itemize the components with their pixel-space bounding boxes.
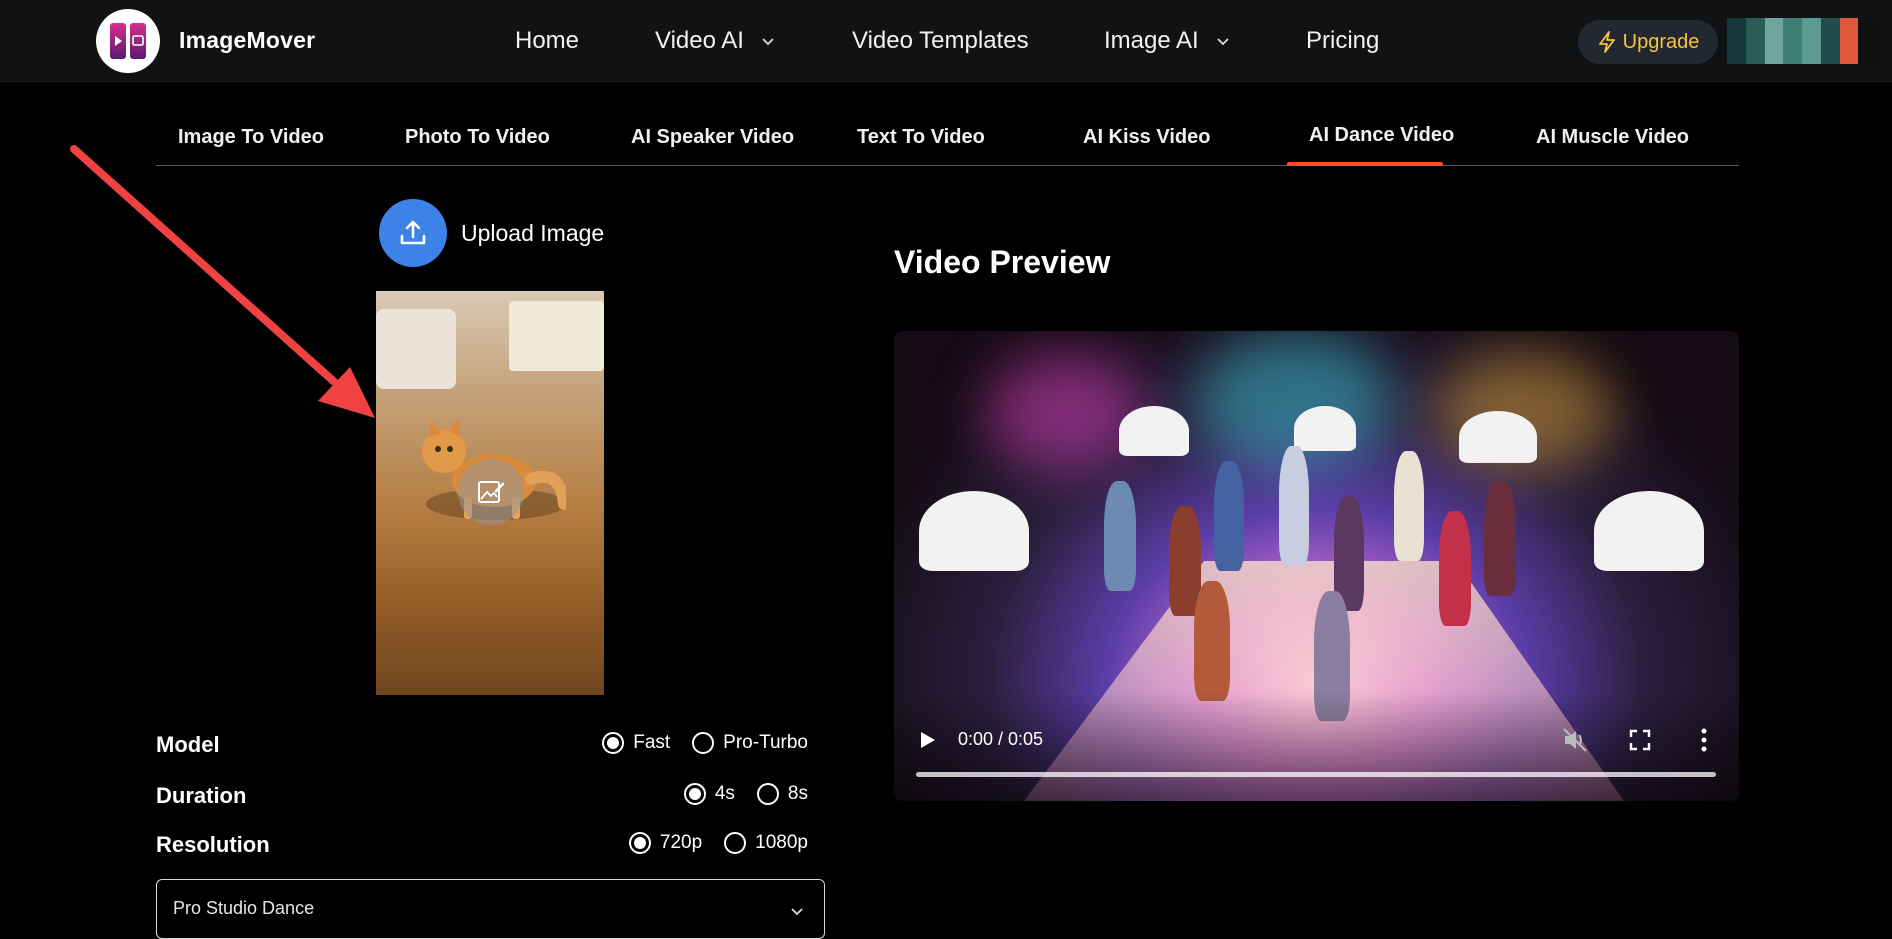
radio-unchecked-icon <box>756 783 779 805</box>
video-time: 0:00 / 0:05 <box>958 729 1044 749</box>
more-options-icon[interactable] <box>1692 727 1716 753</box>
upload-image-button[interactable]: Upload Image <box>379 199 604 267</box>
user-avatar[interactable] <box>1727 18 1877 64</box>
dancer <box>1104 481 1136 591</box>
dancer <box>1194 581 1230 701</box>
tab-text-to-video[interactable]: Text To Video <box>857 126 985 149</box>
model-fast-label: Fast <box>633 732 671 753</box>
resolution-option-row: Resolution 720p 1080p <box>156 830 808 860</box>
dance-template-select[interactable]: Pro Studio Dance <box>156 879 825 939</box>
feature-tabs: Image To Video Photo To Video AI Speaker… <box>156 108 1739 166</box>
active-tab-indicator <box>1287 162 1443 166</box>
dancer <box>1394 451 1424 561</box>
duration-8s-radio[interactable]: 8s <box>756 783 808 805</box>
upgrade-button[interactable]: Upgrade <box>1578 20 1718 64</box>
uploaded-image-preview[interactable] <box>376 291 604 695</box>
play-icon[interactable] <box>916 729 938 751</box>
duration-8s-label: 8s <box>787 783 808 804</box>
upload-icon <box>400 220 426 245</box>
resolution-label: Resolution <box>156 832 270 857</box>
edit-image-button[interactable] <box>458 459 524 525</box>
resolution-720p-radio[interactable]: 720p <box>628 832 703 854</box>
fullscreen-icon[interactable] <box>1629 729 1651 751</box>
tab-ai-muscle-video[interactable]: AI Muscle Video <box>1536 126 1689 149</box>
nav-pricing[interactable]: Pricing <box>1306 27 1379 55</box>
lightning-icon <box>1598 31 1615 53</box>
brand-logo[interactable] <box>96 9 160 73</box>
duration-option-row: Duration 4s 8s <box>156 781 808 811</box>
duration-4s-label: 4s <box>714 783 735 804</box>
chevron-down-icon <box>1217 38 1229 46</box>
tab-ai-kiss-video[interactable]: AI Kiss Video <box>1083 126 1210 149</box>
resolution-720p-label: 720p <box>659 832 703 853</box>
tab-photo-to-video[interactable]: Photo To Video <box>405 126 550 149</box>
dancer <box>1214 461 1244 571</box>
video-preview-title: Video Preview <box>894 244 1111 280</box>
tab-ai-speaker-video[interactable]: AI Speaker Video <box>631 126 794 149</box>
duration-4s-radio[interactable]: 4s <box>683 783 735 805</box>
nav-home-label: Home <box>515 27 580 54</box>
nav-video-templates[interactable]: Video Templates <box>852 27 1029 55</box>
radio-unchecked-icon <box>692 732 715 754</box>
top-navigation-bar: ImageMover Home Video AI Video Templates… <box>0 0 1892 82</box>
model-fast-radio[interactable]: Fast <box>602 732 670 754</box>
image-edit-icon <box>478 481 505 503</box>
brand-name[interactable]: ImageMover <box>179 27 315 54</box>
radio-checked-icon <box>683 783 706 805</box>
radio-checked-icon <box>628 832 651 854</box>
radio-unchecked-icon <box>724 832 747 854</box>
nav-image-ai[interactable]: Image AI <box>1104 27 1233 55</box>
dining-table <box>1294 406 1356 451</box>
shelf-shape <box>509 301 604 371</box>
duration-label: Duration <box>156 783 247 808</box>
dancer <box>1484 481 1516 596</box>
tab-ai-dance-video[interactable]: AI Dance Video <box>1309 124 1454 147</box>
chevron-down-icon <box>791 908 803 916</box>
resolution-radio-group: 720p 1080p <box>628 832 808 854</box>
dining-table <box>1119 406 1189 456</box>
nav-video-templates-label: Video Templates <box>852 27 1029 54</box>
resolution-1080p-label: 1080p <box>755 832 808 853</box>
nav-image-ai-label: Image AI <box>1104 27 1199 54</box>
logo-icon <box>110 23 146 59</box>
dance-template-value: Pro Studio Dance <box>173 898 315 918</box>
radio-checked-icon <box>602 732 625 754</box>
chevron-down-icon <box>762 38 774 46</box>
video-progress-bar[interactable] <box>916 772 1716 777</box>
dining-table <box>919 491 1029 571</box>
model-option-row: Model Fast Pro-Turbo <box>156 730 808 760</box>
model-radio-group: Fast Pro-Turbo <box>602 732 808 754</box>
nav-home[interactable]: Home <box>515 27 579 55</box>
dining-table <box>1459 411 1537 463</box>
red-arrow-annotation <box>70 145 375 418</box>
model-pro-turbo-radio[interactable]: Pro-Turbo <box>692 732 808 754</box>
duration-radio-group: 4s 8s <box>683 783 808 805</box>
muted-speaker-icon[interactable] <box>1562 727 1588 753</box>
resolution-1080p-radio[interactable]: 1080p <box>724 832 808 854</box>
nav-video-ai-label: Video AI <box>655 27 744 54</box>
upload-image-label: Upload Image <box>461 219 605 246</box>
dancer <box>1439 511 1471 626</box>
model-label: Model <box>156 732 220 757</box>
upgrade-label: Upgrade <box>1622 30 1700 53</box>
dancer <box>1279 446 1309 566</box>
dining-table <box>1594 491 1704 571</box>
nav-pricing-label: Pricing <box>1306 27 1380 54</box>
video-player[interactable]: 0:00 / 0:05 <box>894 331 1739 801</box>
nav-video-ai[interactable]: Video AI <box>655 27 778 55</box>
model-pro-turbo-label: Pro-Turbo <box>723 732 808 753</box>
